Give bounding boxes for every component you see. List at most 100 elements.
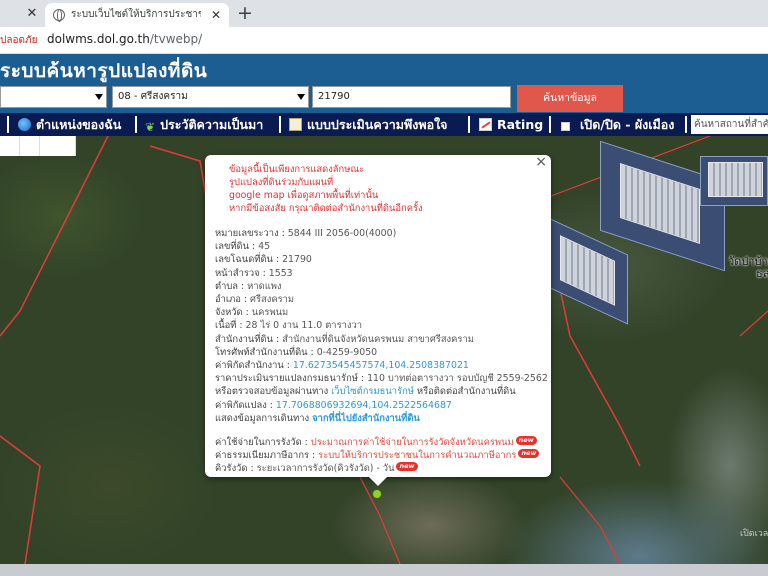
area-row: เนื้อที่ : 28 ไร่ 0 งาน 11.0 ตารางวา (215, 319, 541, 332)
map-sheet-row: หมายเลขระวาง : 5844 III 2056-00(4000) (215, 227, 541, 240)
province-value: นครพนม (251, 307, 289, 319)
field-label: อำเภอ : (215, 294, 251, 306)
nav-divider (279, 116, 281, 133)
office-coord-row: ค่าพิกัดสำนักงาน : 17.6273545457574,104.… (215, 359, 541, 372)
field-label: ตำบล : (215, 280, 248, 292)
parcel-line (149, 145, 207, 197)
survey-fee-row: ค่าใช้จ่ายในการรังวัด : ประมาณการค่าใช้จ… (215, 436, 541, 449)
appraisal-value: 110 บาทต่อตารางวา รอบบัญชี 2559-2562 (367, 373, 548, 385)
disclaimer-line: รูปแปลงที่ดินร่วมกับแผนที่ (229, 177, 334, 188)
nav-divider (549, 116, 551, 133)
insecure-label[interactable]: ปลอดภัย (0, 33, 37, 48)
nav-rating-label: Rating (497, 117, 544, 132)
form-icon (289, 118, 302, 131)
treasury-website-link[interactable]: เว็บไซต์กรมธนารักษ์ (331, 386, 414, 397)
chevron-down-icon (297, 94, 305, 100)
nav-history-label: ประวัติความเป็นมา (160, 117, 264, 132)
survey-page-row: หน้าสำรวจ : 1553 (215, 267, 541, 280)
appraisal-row: ราคาประเมินรายแปลงกรมธนารักษ์ : 110 บาทต… (215, 372, 548, 385)
tab-title: ระบบเว็บไซต์ให้บริการประชาชน : กรมธนา... (71, 9, 201, 20)
tax-row: ค่าธรรมเนียมภาษีอากร : ระบบให้บริการประช… (215, 449, 541, 462)
province-select[interactable] (0, 86, 107, 108)
treasury-check-row: หรือตรวจสอบข้อมูลผ่านทาง เว็บไซต์กรมธนาร… (215, 385, 541, 398)
field-label: เลขที่ดิน : (215, 241, 259, 253)
url-path: /tvwebp/ (149, 32, 203, 46)
field-label: หมายเลขระวาง : (215, 228, 288, 239)
url-host: dolwms.dol.go.th (47, 32, 150, 46)
land-office-row: สำนักงานที่ดิน : สำนักงานที่ดินจังหวัดนค… (215, 333, 541, 346)
province-row: จังหวัด : นครพนม (215, 306, 541, 319)
parcel-line (0, 435, 41, 564)
page-title: ระบบค้นหารูปแปลงที่ดิน (0, 60, 208, 82)
nav-divider (468, 116, 470, 133)
new-badge: new (518, 449, 540, 459)
new-badge: new (396, 462, 418, 472)
field-label: ค่าพิกัดสำนักงาน : (215, 360, 293, 372)
nav-toolbar: ตำแหน่งของฉัน ❦ ประวัติความเป็นมา แบบประเ… (0, 113, 768, 136)
nav-survey[interactable]: แบบประเมินความพึงพอใจ (289, 113, 448, 136)
survey-fee-link[interactable]: ประมาณการค่าใช้จ่ายในการรังวัดจังหวัดนคร… (311, 437, 514, 448)
field-label: จังหวัด : (215, 307, 252, 319)
chart-icon (479, 118, 492, 131)
disclaimer: ข้อมูลนี้เป็นเพียงการแสดงลักษณะ รูปแปลงท… (229, 163, 541, 215)
office-phone-row: โทรศัพท์สำนักงานที่ดิน : 0-4259-9050 (215, 346, 541, 359)
field-label: หรือตรวจสอบข้อมูลผ่านทาง (215, 386, 332, 398)
checkbox[interactable] (561, 122, 570, 131)
nav-rating[interactable]: Rating (479, 113, 543, 136)
deed-no-row: เลขโฉนดที่ดิน : 21790 (215, 253, 541, 266)
parcel-number-input[interactable]: 21790 (312, 86, 511, 108)
search-button[interactable]: ค้นหาข้อมูล (517, 85, 623, 112)
search-form: 08 - ศรีสงคราม 21790 ค้นหาข้อมูล (0, 84, 768, 114)
map-sheet-value: 5844 III 2056-00(4000) (287, 228, 397, 239)
land-no-value: 45 (258, 241, 271, 253)
field-label: ราคาประเมินรายแปลงกรมธนารักษ์ : (215, 373, 368, 385)
map-corner-label: เปิดเวลา (740, 529, 768, 539)
browser-tab[interactable]: ระบบเว็บไซต์ให้บริการประชาชน : กรมธนา...… (45, 3, 229, 27)
globe-icon (53, 9, 65, 22)
nav-divider (135, 116, 137, 133)
land-office-value: สำนักงานที่ดินจังหวัดนครพนม สาขาศรีสงครา… (282, 333, 474, 345)
district-select[interactable]: 08 - ศรีสงคราม (112, 86, 309, 108)
place-search-input[interactable]: ค้นหาสถานที่สำคัญ (691, 115, 768, 134)
url-text[interactable]: dolwms.dol.go.th/tvwebp/ (47, 32, 202, 46)
field-label: โทรศัพท์สำนักงานที่ดิน : (215, 346, 317, 358)
site-header: ระบบค้นหารูปแปลงที่ดิน (0, 54, 768, 84)
city-plan-toggle[interactable]: เปิด/ปิด - ผังเมือง (561, 113, 674, 136)
nav-survey-label: แบบประเมินความพึงพอใจ (307, 117, 448, 132)
field-label: เลขโฉนดที่ดิน : (215, 254, 283, 266)
route-link[interactable]: จากที่นี่ไปยังสำนักงานที่ดิน (312, 413, 420, 424)
parcel-marker[interactable] (372, 489, 382, 499)
land-no-row: เลขที่ดิน : 45 (215, 240, 541, 253)
close-icon[interactable]: × (535, 155, 547, 169)
nav-my-location[interactable]: ตำแหน่งของฉัน (18, 113, 121, 136)
district-select-value: 08 - ศรีสงคราม (118, 91, 188, 102)
parcel-line (739, 310, 768, 337)
nav-my-location-label: ตำแหน่งของฉัน (36, 117, 122, 132)
address-bar[interactable]: ปลอดภัย dolwms.dol.go.th/tvwebp/ (0, 27, 768, 54)
district-value: ศรีสงคราม (250, 294, 295, 306)
nav-divider (7, 116, 9, 133)
sprout-icon: ❦ (145, 120, 156, 134)
new-tab-icon[interactable]: + (237, 2, 253, 24)
browser-tab-bar: ✕ ระบบเว็บไซต์ให้บริการประชาชน : กรมธนา.… (0, 0, 768, 27)
deed-no-value: 21790 (282, 254, 312, 266)
tax-calculator-link[interactable]: ระบบให้บริการประชาชนในการคำนวณภาษีอากร (318, 450, 516, 461)
district-row: อำเภอ : ศรีสงคราม (215, 293, 541, 306)
subdistrict-row: ตำบล : หาดแพง (215, 280, 541, 293)
previous-tab-close-icon[interactable]: ✕ (23, 5, 41, 23)
disclaimer-line: ข้อมูลนี้เป็นเพียงการแสดงลักษณะ (229, 164, 365, 175)
parcel-coord-row: ค่าพิกัดแปลง : 17.7068806932694,104.2522… (215, 399, 541, 412)
parcel-coord-link[interactable]: 17.7068806932694,104.2522564687 (276, 400, 452, 411)
nav-history[interactable]: ❦ ประวัติความเป็นมา (145, 113, 263, 136)
building-roof (708, 162, 763, 197)
bottom-bar (0, 564, 768, 576)
place-label-2: ธล (756, 267, 768, 280)
tab-close-icon[interactable]: ✕ (211, 6, 221, 24)
survey-page-value: 1553 (268, 267, 293, 279)
city-plan-toggle-label: เปิด/ปิด - ผังเมือง (580, 117, 675, 132)
disclaimer-text: เพื่อดูสภาพพื้นที่เท่านั้น (287, 190, 379, 201)
nav-divider (685, 116, 687, 133)
globe-icon (18, 118, 31, 131)
office-coord-link[interactable]: 17.6273545457574,104.2508387021 (293, 360, 469, 371)
disclaimer-line: google map เพื่อดูสภาพพื้นที่เท่านั้น (229, 189, 541, 202)
